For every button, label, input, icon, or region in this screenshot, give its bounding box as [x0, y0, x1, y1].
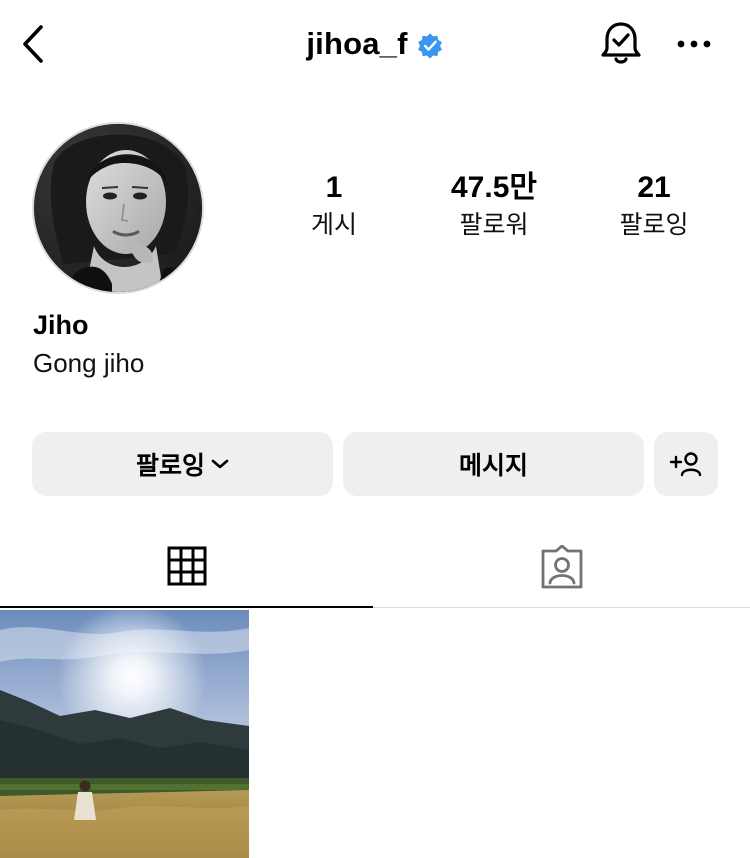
more-horizontal-icon: [677, 40, 711, 48]
landscape-photo: [0, 610, 249, 858]
verified-badge-icon: [417, 33, 442, 59]
message-button-label: 메시지: [458, 451, 528, 480]
add-person-icon: [669, 452, 702, 477]
chevron-down-icon: [211, 459, 229, 469]
tab-grid[interactable]: [0, 526, 373, 608]
following-button-label: 팔로잉: [135, 451, 205, 480]
posts-label: 게시: [310, 210, 357, 239]
avatar[interactable]: [32, 122, 204, 294]
stat-followers[interactable]: 47.5만 팔로워: [424, 170, 564, 242]
stat-following[interactable]: 21 팔로잉: [584, 170, 724, 242]
post-thumbnail[interactable]: [0, 610, 249, 858]
bell-check-icon: [601, 22, 641, 64]
followers-label: 팔로워: [459, 210, 529, 239]
following-button[interactable]: 팔로잉: [32, 432, 333, 496]
posts-count: 1: [325, 171, 343, 204]
username: jihoa_f: [306, 26, 408, 61]
message-button[interactable]: 메시지: [343, 432, 644, 496]
following-label: 팔로잉: [619, 210, 689, 239]
stat-posts[interactable]: 1 게시: [264, 170, 404, 242]
notifications-button[interactable]: [596, 18, 646, 70]
display-name: Jiho: [33, 310, 89, 340]
content-tabs: [0, 526, 750, 608]
add-user-button[interactable]: [654, 432, 718, 496]
following-count: 21: [637, 171, 671, 204]
tagged-person-icon: [541, 545, 582, 589]
grid-icon: [167, 546, 206, 586]
more-options-button[interactable]: [672, 26, 716, 62]
bio: Gong jiho: [33, 348, 145, 378]
followers-count: 47.5만: [451, 171, 537, 204]
profile-photo: [34, 124, 202, 292]
top-bar: jihoa_f: [0, 0, 750, 92]
tab-tagged[interactable]: [375, 526, 748, 608]
